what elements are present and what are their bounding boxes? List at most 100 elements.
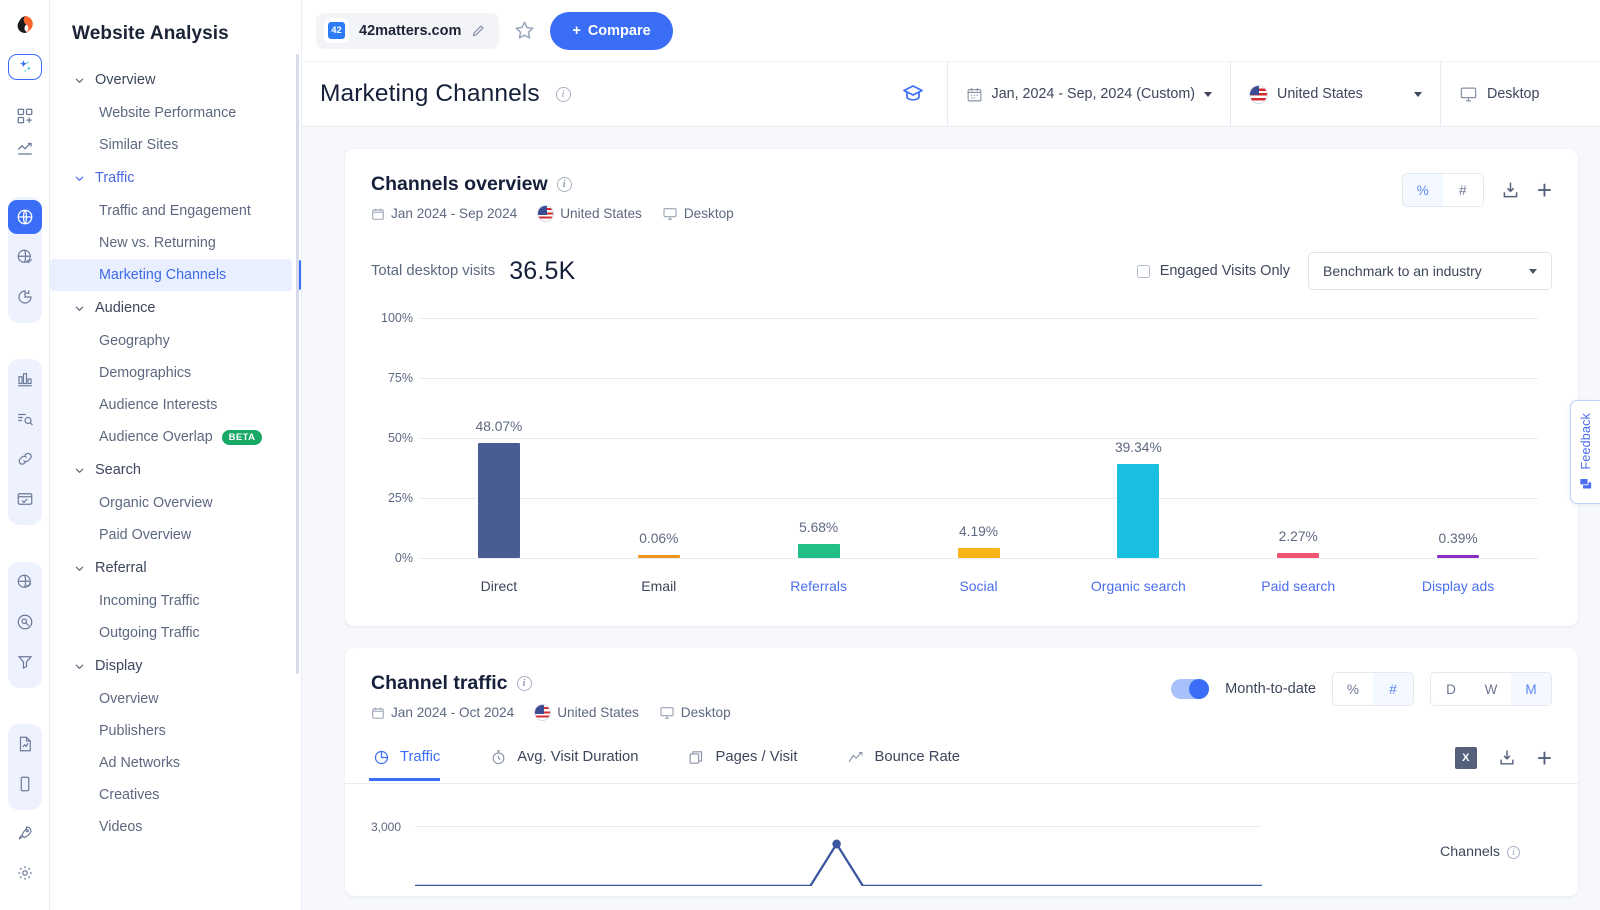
sidebar-item-demographics[interactable]: Demographics	[50, 357, 301, 389]
chart-bar[interactable]	[798, 544, 840, 558]
sidebar-item-geography[interactable]: Geography	[50, 325, 301, 357]
sidebar-item-publishers[interactable]: Publishers	[50, 715, 301, 747]
chart-bar-column[interactable]: 0.39%	[1378, 318, 1538, 558]
month-to-date-toggle[interactable]	[1171, 679, 1209, 699]
sidebar-scrollbar[interactable]	[296, 54, 299, 674]
academy-hat-icon[interactable]	[879, 82, 947, 106]
download-icon[interactable]	[1500, 180, 1521, 201]
funnel-icon[interactable]	[8, 645, 42, 679]
sidebar-group-overview[interactable]: Overview	[50, 63, 301, 97]
unit-toggle-group[interactable]: %#	[1332, 672, 1414, 706]
pie-refresh-icon[interactable]	[8, 280, 42, 314]
gear-icon[interactable]	[8, 856, 42, 890]
sidebar-item-paid-overview[interactable]: Paid Overview	[50, 519, 301, 551]
sidebar-item-traffic-and-engagement[interactable]: Traffic and Engagement	[50, 195, 301, 227]
chart-x-label[interactable]: Display ads	[1378, 578, 1538, 594]
chart-bar[interactable]	[638, 555, 680, 558]
pencil-icon[interactable]	[471, 23, 486, 38]
dashboard-scroll-area[interactable]: Channels overview i Jan 2024 - Sep 2024	[302, 127, 1600, 910]
tab-avg-visit-duration[interactable]: Avg. Visit Duration	[488, 749, 664, 780]
sidebar-group-traffic[interactable]: Traffic	[50, 161, 301, 195]
sidebar-item-audience-interests[interactable]: Audience Interests	[50, 389, 301, 421]
bar-chart-icon[interactable]	[8, 362, 42, 396]
chart-x-label[interactable]: Organic search	[1058, 578, 1218, 594]
chart-bar-column[interactable]: 2.27%	[1218, 318, 1378, 558]
chart-bar[interactable]	[1117, 464, 1159, 558]
sidebar-item-overview[interactable]: Overview	[50, 683, 301, 715]
sidebar-item-incoming-traffic[interactable]: Incoming Traffic	[50, 585, 301, 617]
sidebar-item-outgoing-traffic[interactable]: Outgoing Traffic	[50, 617, 301, 649]
unit-option-number[interactable]: #	[1373, 673, 1413, 705]
sidebar-item-videos[interactable]: Videos	[50, 811, 301, 843]
mobile-icon[interactable]	[8, 767, 42, 801]
add-widget-button[interactable]: +	[1537, 177, 1552, 203]
chart-x-label[interactable]: Social	[899, 578, 1059, 594]
sidebar-item-ad-networks[interactable]: Ad Networks	[50, 747, 301, 779]
keyword-search-icon[interactable]	[8, 402, 42, 436]
sidebar-item-audience-overlap[interactable]: Audience OverlapBETA	[50, 421, 301, 453]
chart-bar[interactable]	[1277, 553, 1319, 558]
tab-bounce-rate[interactable]: Bounce Rate	[845, 749, 986, 780]
globe-check-icon[interactable]	[8, 240, 42, 274]
channel-traffic-actions: Month-to-date %# DWM	[1171, 672, 1552, 706]
sidebar-group-search[interactable]: Search	[50, 453, 301, 487]
ai-sparkle-icon[interactable]	[8, 54, 42, 80]
chart-bar-column[interactable]: 39.34%	[1058, 318, 1218, 558]
sidebar-item-creatives[interactable]: Creatives	[50, 779, 301, 811]
trend-chart-icon[interactable]	[8, 135, 42, 161]
card-check-icon[interactable]	[8, 482, 42, 516]
chart-bar-column[interactable]: 5.68%	[739, 318, 899, 558]
rocket-icon[interactable]	[8, 816, 42, 850]
semrush-logo[interactable]	[10, 14, 40, 38]
chart-bar-column[interactable]: 0.06%	[579, 318, 739, 558]
apps-add-icon[interactable]	[8, 103, 42, 129]
chart-bar[interactable]	[958, 548, 1000, 558]
desktop-icon	[1459, 85, 1478, 104]
sidebar-item-similar-sites[interactable]: Similar Sites	[50, 129, 301, 161]
search-circle-icon[interactable]	[8, 605, 42, 639]
unit-option-percent[interactable]: %	[1403, 174, 1443, 206]
period-toggle-group[interactable]: DWM	[1430, 672, 1552, 706]
device-selector[interactable]: Desktop	[1440, 62, 1600, 127]
excel-export-icon[interactable]: X	[1455, 747, 1477, 769]
feedback-tab[interactable]: Feedback	[1570, 400, 1600, 504]
info-icon[interactable]: i	[557, 177, 572, 192]
chart-bar-column[interactable]: 48.07%	[419, 318, 579, 558]
sidebar-item-new-vs-returning[interactable]: New vs. Returning	[50, 227, 301, 259]
compare-button[interactable]: + Compare	[550, 12, 672, 50]
info-icon[interactable]: i	[517, 676, 532, 691]
sidebar-group-audience[interactable]: Audience	[50, 291, 301, 325]
tab-traffic[interactable]: Traffic	[371, 749, 466, 780]
info-icon[interactable]: i	[556, 87, 571, 102]
site-selector[interactable]: 42 42matters.com	[316, 13, 499, 49]
engaged-visits-checkbox[interactable]: Engaged Visits Only	[1137, 263, 1290, 279]
download-icon[interactable]	[1497, 748, 1517, 768]
sidebar-item-organic-overview[interactable]: Organic Overview	[50, 487, 301, 519]
globe-analytics-icon[interactable]	[8, 565, 42, 599]
unit-toggle-group[interactable]: %#	[1402, 173, 1484, 207]
sidebar-item-website-performance[interactable]: Website Performance	[50, 97, 301, 129]
unit-option-percent[interactable]: %	[1333, 673, 1373, 705]
chart-bar-column[interactable]: 4.19%	[899, 318, 1059, 558]
date-range-selector[interactable]: Jan, 2024 - Sep, 2024 (Custom)	[947, 62, 1230, 127]
sidebar-group-display[interactable]: Display	[50, 649, 301, 683]
link-icon[interactable]	[8, 442, 42, 476]
country-selector[interactable]: United States	[1230, 62, 1440, 127]
info-icon[interactable]: i	[1507, 846, 1520, 859]
chart-bar[interactable]	[478, 443, 520, 558]
chart-x-label[interactable]: Paid search	[1218, 578, 1378, 594]
benchmark-select[interactable]: Benchmark to an industry	[1308, 252, 1552, 290]
chart-x-label[interactable]: Referrals	[739, 578, 899, 594]
sidebar-item-marketing-channels[interactable]: Marketing Channels	[50, 259, 292, 291]
report-icon[interactable]	[8, 727, 42, 761]
globe-icon[interactable]	[8, 200, 42, 234]
chart-bar[interactable]	[1437, 555, 1479, 558]
star-icon[interactable]	[513, 19, 536, 42]
tab-pages-per-visit[interactable]: Pages / Visit	[686, 749, 823, 780]
period-option-d[interactable]: D	[1431, 673, 1471, 705]
unit-option-number[interactable]: #	[1443, 174, 1483, 206]
period-option-m[interactable]: M	[1511, 673, 1551, 705]
add-widget-button[interactable]: +	[1537, 745, 1552, 771]
period-option-w[interactable]: W	[1471, 673, 1511, 705]
sidebar-group-referral[interactable]: Referral	[50, 551, 301, 585]
